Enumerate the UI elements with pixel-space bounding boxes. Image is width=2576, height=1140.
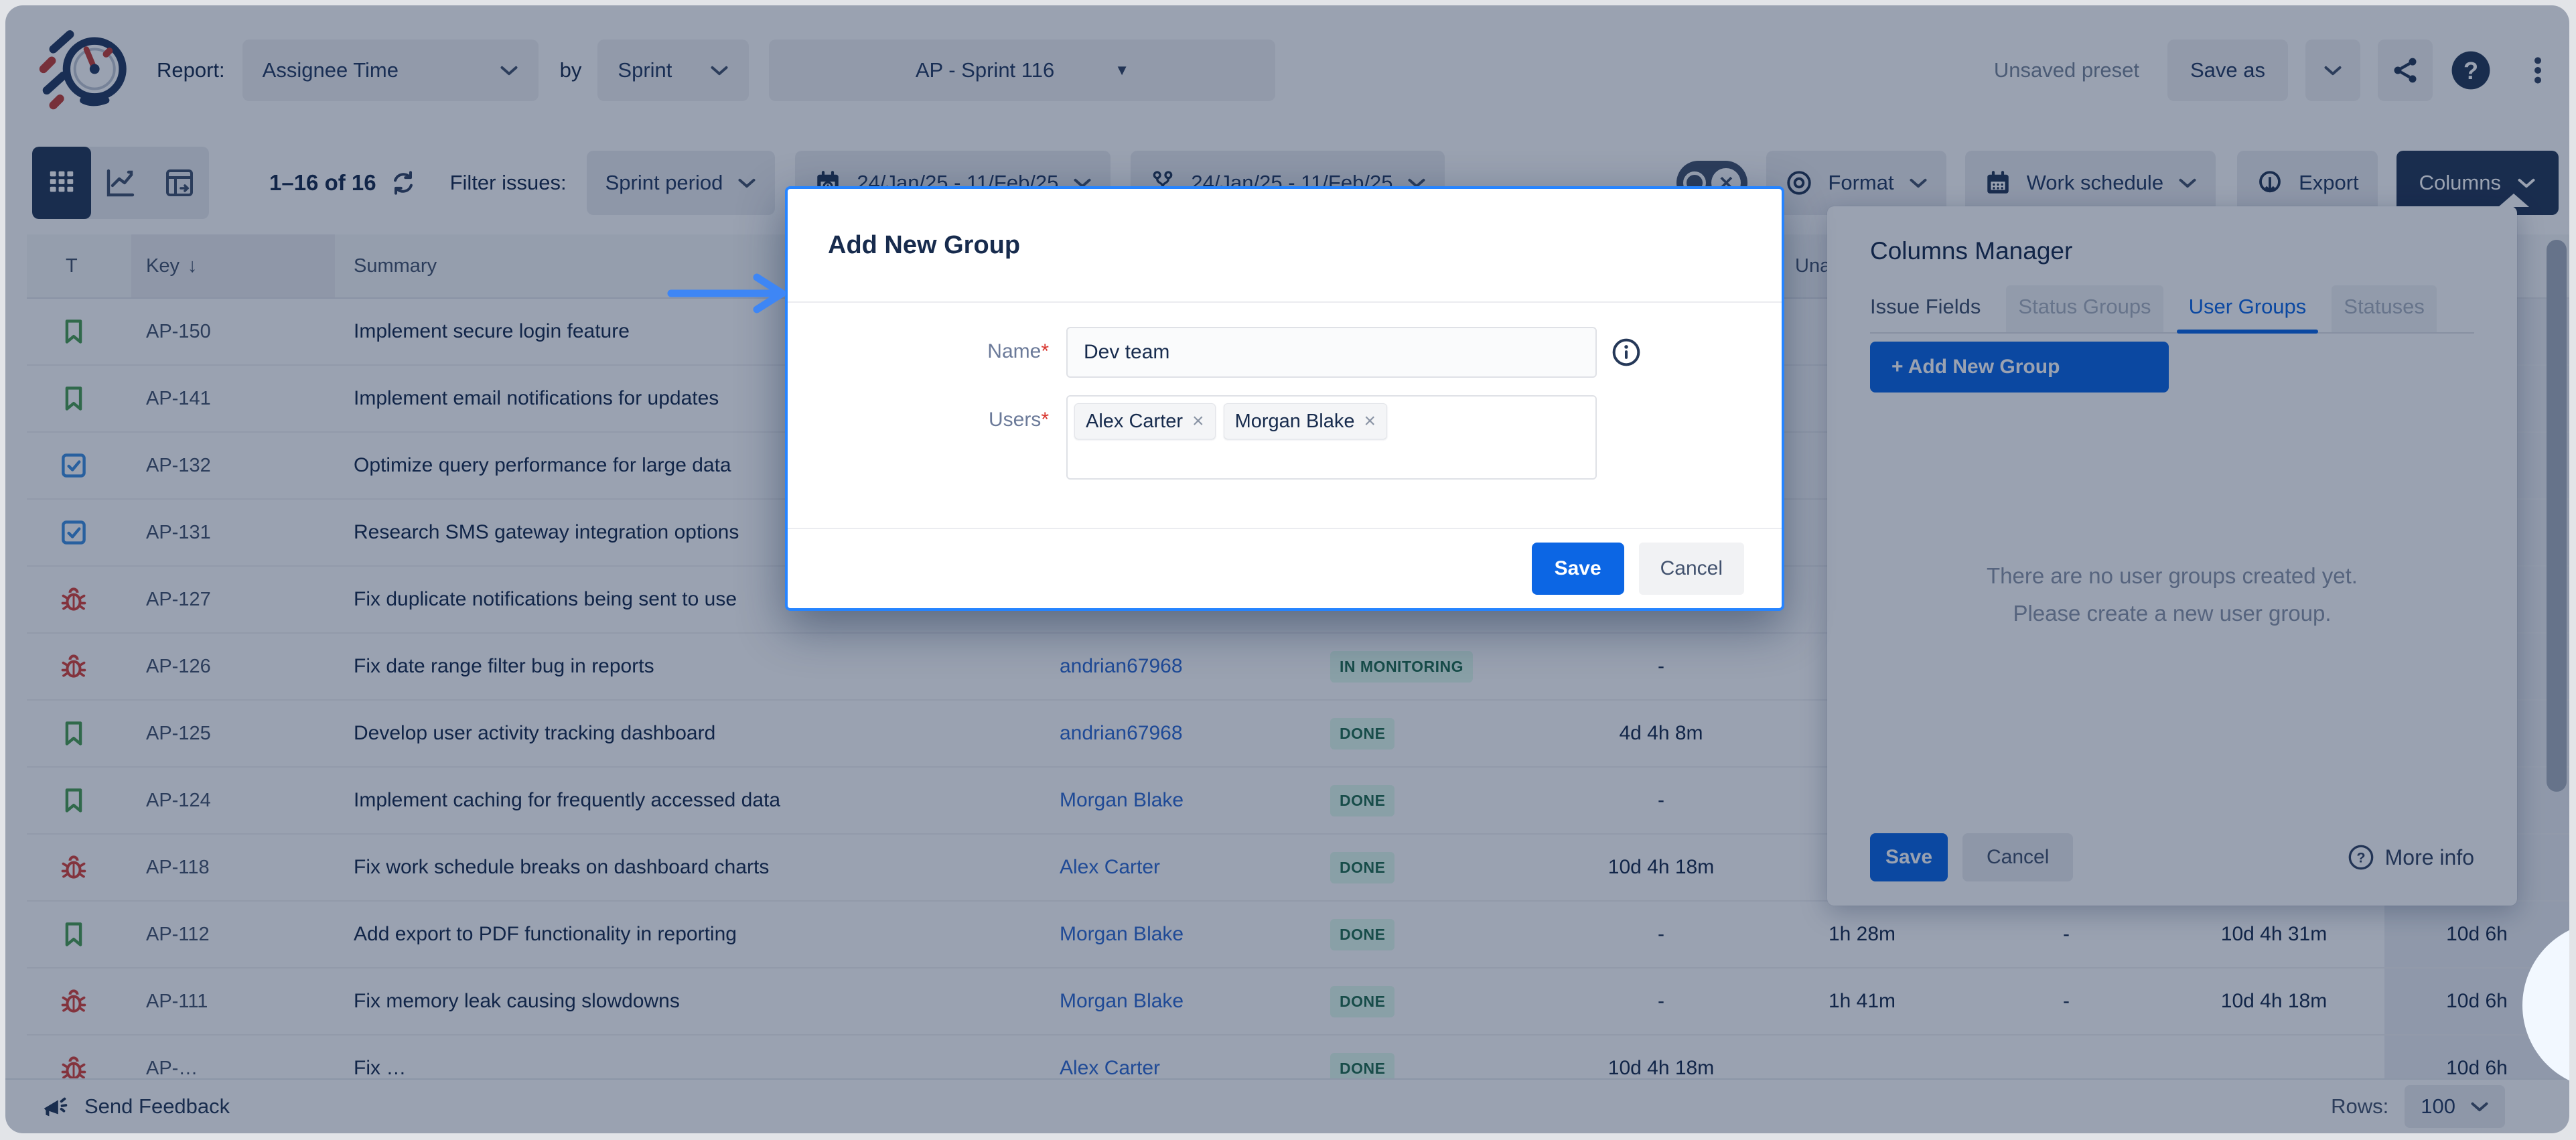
user-chip-label: Morgan Blake xyxy=(1235,411,1355,433)
users-label: Users* xyxy=(788,395,1049,431)
remove-user-icon[interactable]: × xyxy=(1192,410,1204,433)
user-chip: Alex Carter × xyxy=(1074,403,1216,439)
annotation-arrow-icon xyxy=(667,272,801,315)
info-icon[interactable] xyxy=(1612,338,1641,370)
required-asterisk: * xyxy=(1041,340,1049,362)
add-new-group-modal: Add New Group Name* Users* xyxy=(785,186,1784,611)
modal-cancel-button[interactable]: Cancel xyxy=(1639,543,1744,595)
modal-header: Add New Group xyxy=(788,189,1782,303)
required-asterisk: * xyxy=(1041,409,1049,431)
name-label: Name* xyxy=(788,327,1049,363)
group-name-input[interactable] xyxy=(1066,327,1597,378)
modal-footer: Save Cancel xyxy=(788,528,1782,608)
user-chip-label: Alex Carter xyxy=(1086,411,1183,433)
remove-user-icon[interactable]: × xyxy=(1364,410,1376,433)
user-chip: Morgan Blake × xyxy=(1224,403,1387,439)
users-multiselect[interactable]: Alex Carter × Morgan Blake × xyxy=(1066,395,1597,480)
app-window: Report: Assignee Time by Sprint AP - Spr… xyxy=(5,5,2569,1133)
modal-save-button[interactable]: Save xyxy=(1532,543,1624,595)
modal-title: Add New Group xyxy=(828,231,1020,260)
